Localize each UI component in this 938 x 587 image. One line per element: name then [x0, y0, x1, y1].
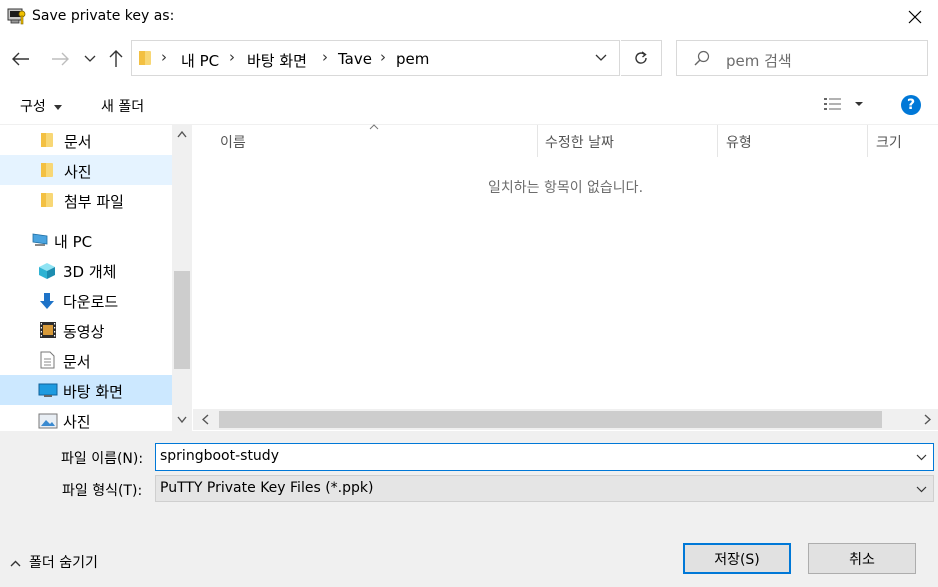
- help-icon[interactable]: ?: [901, 95, 921, 115]
- sidebar-item-label: 문서: [64, 133, 92, 151]
- arrow-right-icon: [52, 52, 69, 66]
- sidebar-item-label: 다운로드: [63, 293, 119, 311]
- arrow-left-icon: [12, 52, 29, 66]
- sidebar-item-label: 첨부 파일: [64, 193, 124, 211]
- details-view-icon: [824, 98, 863, 110]
- chevron-down-icon[interactable]: [916, 454, 927, 461]
- sidebar-item-label: 사진: [63, 413, 91, 431]
- hide-folders-label: 폴더 숨기기: [29, 555, 98, 571]
- sidebar-item-documents[interactable]: 문서: [0, 125, 172, 155]
- search-icon: [694, 50, 710, 70]
- scrollbar-thumb[interactable]: [174, 271, 190, 369]
- search-placeholder[interactable]: pem 검색: [726, 50, 792, 71]
- cube-icon: [39, 263, 55, 279]
- sidebar-item-attachments[interactable]: 첨부 파일: [0, 185, 172, 215]
- filename-label: 파일 이름(N):: [61, 451, 144, 467]
- window-title: Save private key as:: [32, 8, 175, 24]
- column-header-size[interactable]: 크기: [876, 132, 902, 152]
- chevron-down-icon: [84, 55, 96, 62]
- sidebar-item-pictures[interactable]: 사진: [0, 155, 172, 185]
- folder-icon: [41, 193, 53, 207]
- folder-icon: [41, 163, 53, 177]
- folder-icon: [41, 133, 53, 147]
- filetype-label: 파일 형식(T):: [62, 483, 143, 499]
- sidebar-item-label: 사진: [64, 163, 92, 181]
- column-divider[interactable]: [867, 125, 868, 157]
- sidebar-item-label: 내 PC: [54, 233, 93, 251]
- chevron-down-icon: [595, 54, 607, 61]
- organize-menu[interactable]: 구성: [20, 96, 63, 116]
- caret-down-icon: [54, 104, 63, 110]
- scroll-left-icon[interactable]: [202, 414, 209, 425]
- forward-button[interactable]: [47, 46, 73, 72]
- scroll-up-icon[interactable]: [177, 131, 187, 138]
- column-header-date-modified[interactable]: 수정한 날짜: [545, 132, 614, 152]
- file-list-hscrollbar[interactable]: [193, 409, 938, 430]
- breadcrumb-item[interactable]: 바탕 화면: [247, 50, 307, 71]
- sort-ascending-icon: [369, 124, 379, 130]
- filename-input[interactable]: springboot-study: [160, 448, 279, 464]
- cancel-button[interactable]: 취소: [808, 543, 916, 574]
- up-button[interactable]: [103, 46, 129, 72]
- view-options-button[interactable]: [823, 96, 865, 114]
- hide-folders-toggle[interactable]: 폴더 숨기기: [10, 552, 98, 572]
- filename-combobox[interactable]: springboot-study: [155, 443, 934, 471]
- breadcrumb-separator: ›: [229, 48, 235, 66]
- navigation-pane[interactable]: 문서 사진 첨부 파일 내 PC 3D 개체 다운로드 동영상 문서 바탕 화면…: [0, 125, 192, 431]
- putty-key-icon: [7, 6, 27, 26]
- sidebar-item-this-pc[interactable]: 내 PC: [0, 225, 172, 255]
- new-folder-button[interactable]: 새 폴더: [101, 96, 144, 116]
- document-icon: [40, 351, 55, 369]
- column-divider[interactable]: [537, 125, 538, 157]
- search-box[interactable]: [676, 40, 928, 76]
- chevron-up-icon: [10, 560, 21, 566]
- sidebar-item-downloads[interactable]: 다운로드: [0, 285, 172, 315]
- breadcrumb-separator: ›: [380, 48, 386, 66]
- column-header-name[interactable]: 이름: [220, 132, 246, 152]
- sidebar-item-label: 문서: [63, 353, 91, 371]
- close-icon: [908, 10, 922, 24]
- pictures-icon: [38, 413, 58, 429]
- refresh-icon: [635, 51, 647, 64]
- sidebar-item-desktop[interactable]: 바탕 화면: [0, 375, 172, 405]
- sidebar-item-label: 3D 개체: [63, 263, 117, 281]
- recent-locations-button[interactable]: [78, 46, 102, 72]
- sidebar-item-pc-pictures[interactable]: 사진: [0, 405, 172, 431]
- breadcrumb-separator: ›: [161, 48, 167, 66]
- chevron-down-icon: [916, 486, 927, 493]
- breadcrumb-item[interactable]: Tave: [338, 50, 372, 68]
- scroll-down-icon[interactable]: [177, 416, 187, 423]
- save-button[interactable]: 저장(S): [683, 543, 791, 574]
- sidebar-item-label: 동영상: [63, 323, 105, 341]
- refresh-button[interactable]: [621, 40, 662, 76]
- sidebar-item-label: 바탕 화면: [63, 383, 123, 401]
- filetype-value: PuTTY Private Key Files (*.ppk): [160, 480, 374, 496]
- video-icon: [40, 322, 56, 338]
- desktop-icon: [38, 383, 58, 397]
- breadcrumb-separator: ›: [322, 48, 328, 66]
- address-dropdown-button[interactable]: [582, 41, 620, 75]
- sidebar-item-videos[interactable]: 동영상: [0, 315, 172, 345]
- breadcrumb-item[interactable]: pem: [396, 50, 429, 68]
- breadcrumb-item[interactable]: 내 PC: [181, 50, 219, 71]
- column-header-type[interactable]: 유형: [726, 132, 752, 152]
- empty-list-message: 일치하는 항목이 없습니다.: [487, 180, 644, 196]
- sidebar-scrollbar[interactable]: [172, 125, 192, 431]
- scrollbar-thumb[interactable]: [219, 411, 882, 428]
- sidebar-item-3d-objects[interactable]: 3D 개체: [0, 255, 172, 285]
- sidebar-item-pc-documents[interactable]: 문서: [0, 345, 172, 375]
- organize-label: 구성: [20, 99, 46, 115]
- download-icon: [40, 293, 54, 309]
- column-divider[interactable]: [717, 125, 718, 157]
- folder-icon: [138, 50, 152, 70]
- arrow-up-icon: [109, 50, 123, 67]
- back-button[interactable]: [8, 46, 34, 72]
- filetype-select[interactable]: PuTTY Private Key Files (*.ppk): [155, 475, 934, 502]
- scroll-right-icon[interactable]: [924, 414, 931, 425]
- close-button[interactable]: [900, 2, 930, 32]
- computer-icon: [32, 233, 48, 246]
